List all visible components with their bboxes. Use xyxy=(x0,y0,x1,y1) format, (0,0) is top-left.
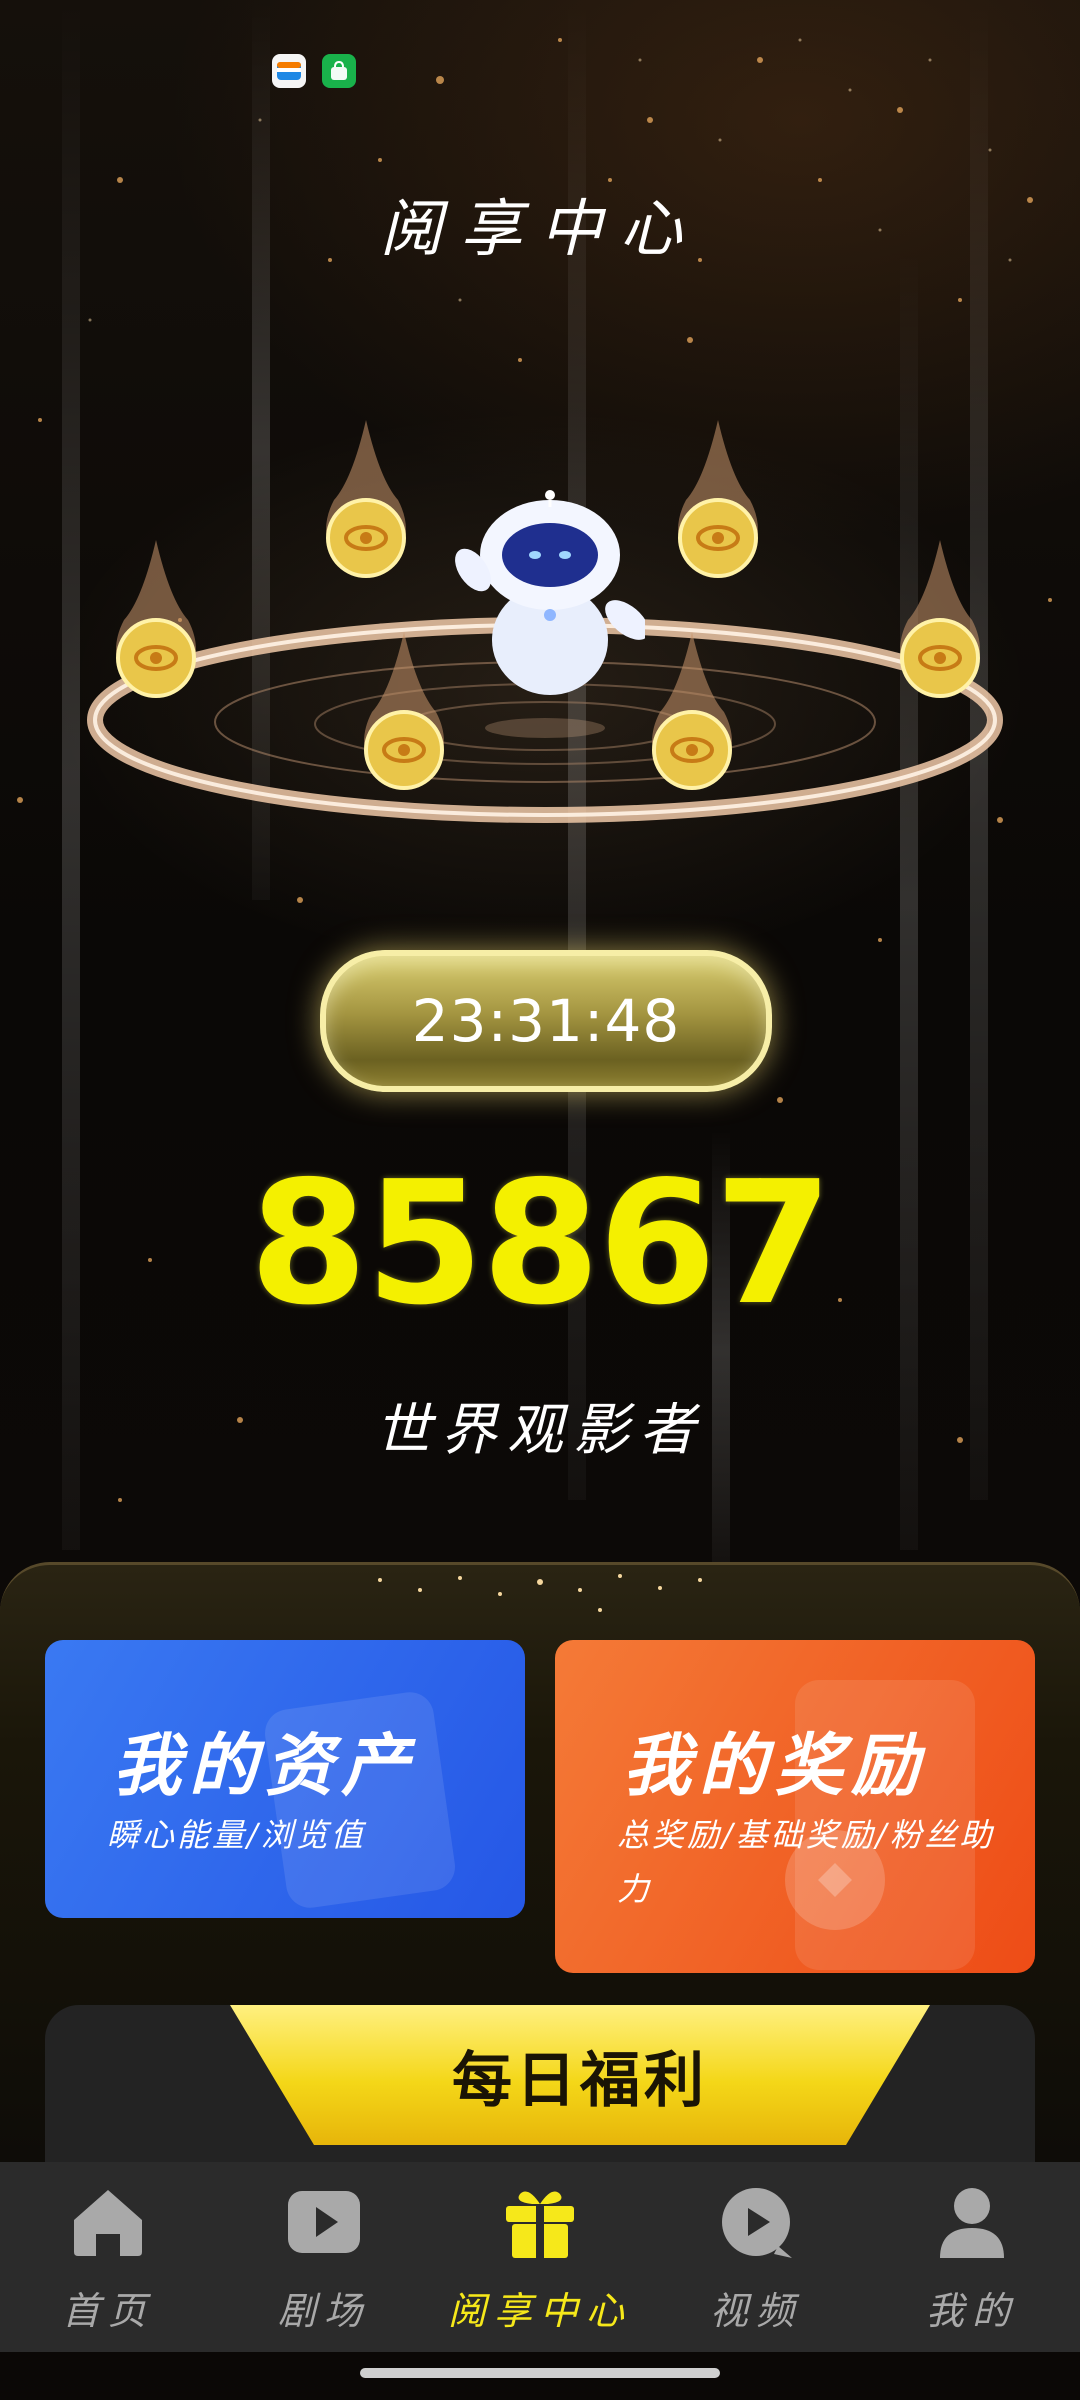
page-title: 阅享中心 xyxy=(379,192,700,265)
eye-coin-drop[interactable] xyxy=(644,632,740,802)
tab-home-label: 首页 xyxy=(61,2289,154,2333)
daily-benefits-label: 每日福利 xyxy=(452,2045,708,2116)
eye-coin-drop[interactable] xyxy=(892,540,988,710)
robot-mascot xyxy=(455,490,645,695)
assets-card-subtitle: 瞬心能量/浏览值 xyxy=(107,1816,366,1854)
rank-title: 世界观影者 xyxy=(375,1398,705,1463)
bottom-tab-bar: 首页 剧场 阅享中心 视频 我的 xyxy=(0,2162,1080,2352)
tab-reading-center-label: 阅享中心 xyxy=(447,2289,632,2333)
tab-profile-label: 我的 xyxy=(925,2289,1018,2333)
profile-icon xyxy=(932,2182,1012,2262)
play-icon xyxy=(284,2182,364,2262)
tab-profile[interactable]: 我的 xyxy=(864,2162,1080,2352)
my-assets-card[interactable]: 我的资产 瞬心能量/浏览值 xyxy=(45,1640,525,1918)
status-bar-icons xyxy=(272,54,356,88)
tab-video-label: 视频 xyxy=(709,2289,802,2333)
eye-coin-drop[interactable] xyxy=(318,420,414,590)
tab-theater-label: 剧场 xyxy=(277,2289,370,2333)
rewards-card-subtitle: 总奖励/基础奖励/粉丝助力 xyxy=(617,1816,995,1908)
gesture-bar[interactable] xyxy=(360,2368,720,2378)
daily-benefits-banner[interactable]: 每日福利 xyxy=(230,2005,930,2145)
tab-home[interactable]: 首页 xyxy=(0,2162,216,2352)
my-rewards-card[interactable]: 我的奖励 总奖励/基础奖励/粉丝助力 xyxy=(555,1640,1035,1973)
home-icon xyxy=(68,2182,148,2262)
wallet-app-icon xyxy=(272,54,306,88)
sparkle-decoration xyxy=(378,1574,702,1612)
gift-icon xyxy=(500,2182,580,2262)
tab-video[interactable]: 视频 xyxy=(648,2162,864,2352)
tab-reading-center[interactable]: 阅享中心 xyxy=(432,2162,648,2352)
score-value: 85867 xyxy=(249,1145,832,1343)
eye-coin-drop[interactable] xyxy=(108,540,204,710)
shopping-app-icon xyxy=(322,54,356,88)
assets-card-title: 我的资产 xyxy=(113,1726,418,1806)
eye-coin-drop[interactable] xyxy=(356,632,452,802)
rewards-card-title: 我的奖励 xyxy=(623,1726,928,1806)
tab-theater[interactable]: 剧场 xyxy=(216,2162,432,2352)
countdown-timer: 23:31:48 xyxy=(320,950,772,1092)
video-icon xyxy=(716,2182,796,2262)
eye-coin-drop[interactable] xyxy=(670,420,766,590)
